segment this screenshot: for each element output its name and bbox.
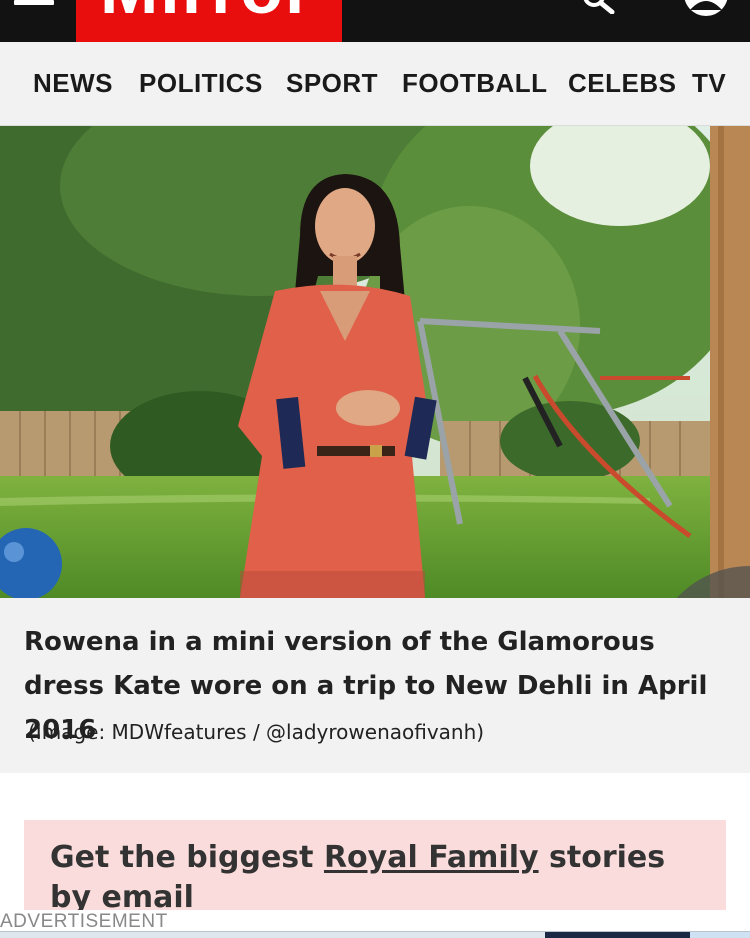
hamburger-icon[interactable] [14, 0, 54, 8]
gallery-photo[interactable] [0, 126, 750, 598]
nav-item-celebs[interactable]: CELEBS [568, 68, 676, 98]
logo[interactable]: Mirror [76, 0, 342, 42]
logo-text: Mirror [100, 0, 314, 24]
account-icon[interactable] [682, 0, 730, 18]
nav-item-sport[interactable]: SPORT [286, 68, 378, 98]
ad-label: ADVERTISEMENT [0, 911, 168, 932]
ad-banner-dark-block [545, 932, 690, 938]
newsletter-prefix: Get the biggest [50, 840, 324, 875]
newsletter-text: Get the biggest Royal Family stories by … [50, 838, 710, 918]
royal-family-link[interactable]: Royal Family [324, 840, 539, 875]
nav-item-news[interactable]: NEWS [33, 68, 113, 98]
image-credit: (Image: MDWfeatures / @ladyrowenaofivanh… [28, 720, 485, 744]
search-icon[interactable] [580, 0, 620, 14]
top-bar: Mirror [0, 0, 750, 42]
nav-item-football[interactable]: FOOTBALL [402, 68, 548, 98]
ad-banner-light-block [690, 932, 750, 938]
nav-item-tv[interactable]: TV [692, 68, 726, 98]
photo-illustration [0, 126, 750, 598]
image-caption: Rowena in a mini version of the Glamorou… [0, 598, 750, 773]
ad-banner[interactable] [0, 931, 750, 938]
nav-item-politics[interactable]: POLITICS [139, 68, 263, 98]
section-nav: NEWS POLITICS SPORT FOOTBALL CELEBS TV [0, 42, 750, 126]
